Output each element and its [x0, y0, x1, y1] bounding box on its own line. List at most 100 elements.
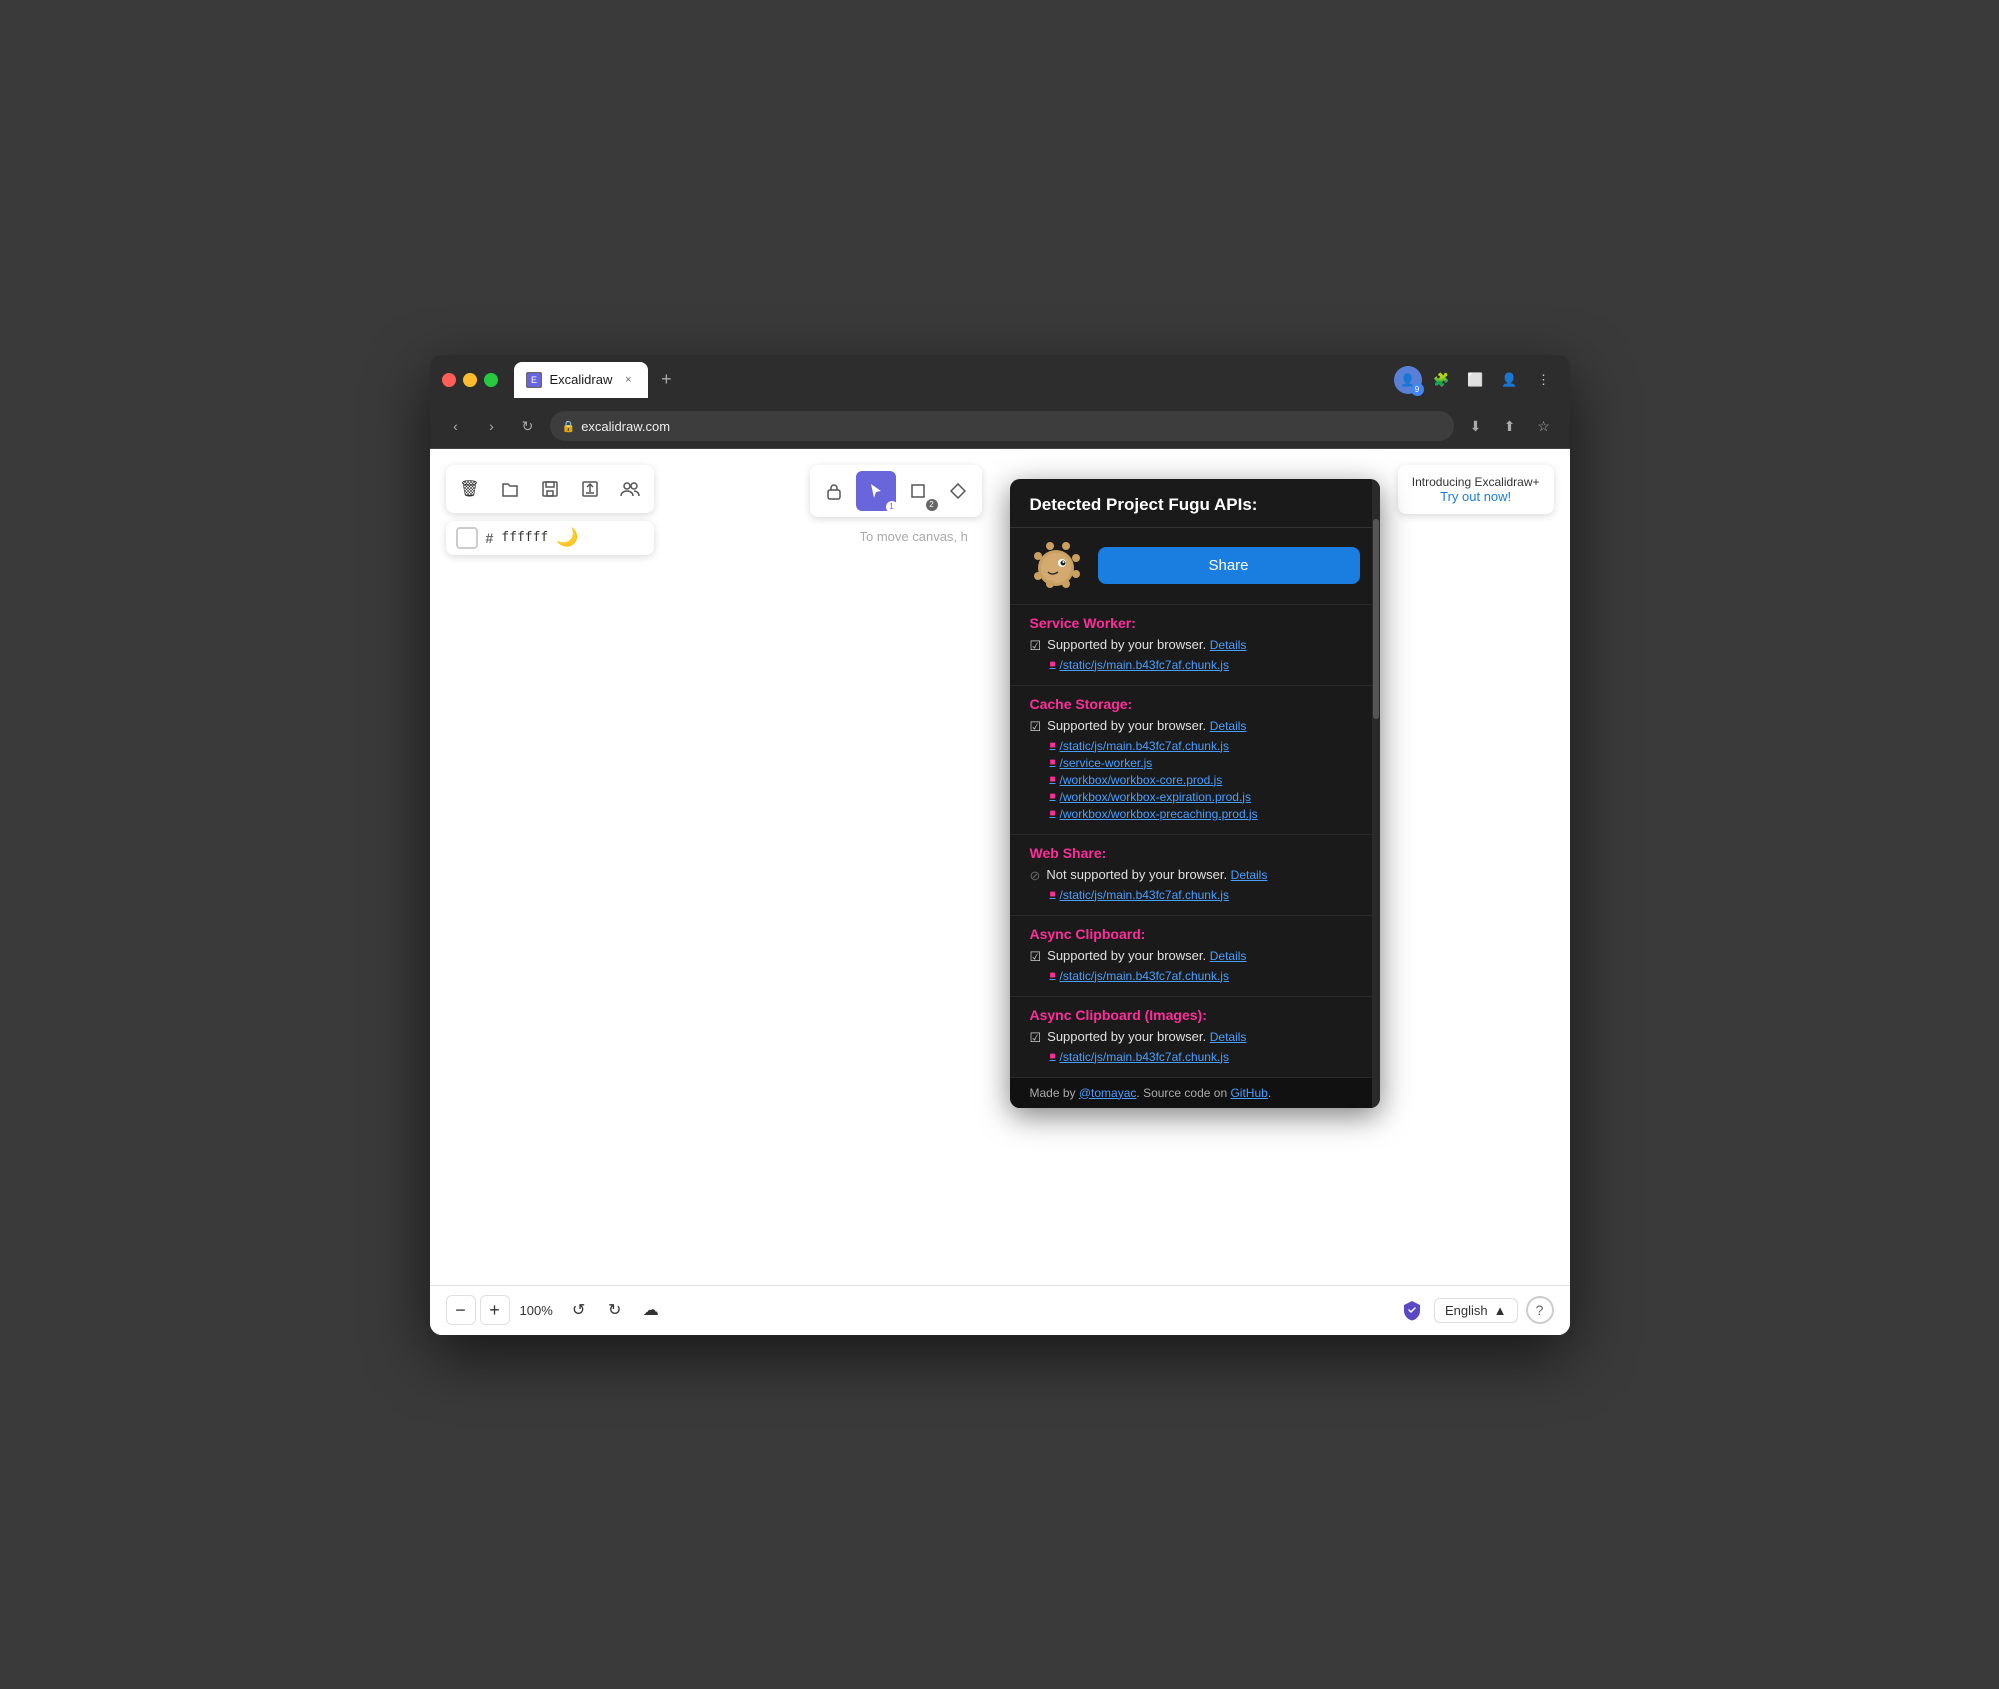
- async-clipboard-images-support-text: Supported by your browser. Details: [1047, 1029, 1246, 1044]
- address-bar: ‹ › ↻ 🔒 excalidraw.com ⬇ ⬆ ☆: [430, 405, 1570, 449]
- diamond-tool-button[interactable]: [940, 473, 976, 509]
- popup-scrollbar[interactable]: [1372, 479, 1380, 1108]
- color-toolbar: # ffffff 🌙: [446, 521, 654, 555]
- no-support-icon: ⊘: [1030, 868, 1041, 884]
- service-worker-support-text: Supported by your browser. Details: [1047, 637, 1246, 652]
- async-clipboard-files: ■/static/js/main.b43fc7af.chunk.js: [1030, 969, 1360, 983]
- intro-title: Introducing Excalidraw+: [1412, 475, 1540, 489]
- export-button[interactable]: [572, 471, 608, 507]
- tab-close-button[interactable]: ×: [620, 372, 636, 388]
- open-button[interactable]: [492, 471, 528, 507]
- zoom-controls: − + 100% ↺ ↻ ☁: [446, 1294, 667, 1326]
- service-worker-details-link[interactable]: Details: [1210, 638, 1247, 652]
- intro-link[interactable]: Try out now!: [1412, 489, 1540, 504]
- bullet-icon: ■: [1050, 791, 1056, 802]
- maximize-window-button[interactable]: [484, 373, 498, 387]
- popup-footer: Made by @tomayac. Source code on GitHub.: [1010, 1078, 1380, 1108]
- cache-file-3[interactable]: ■/workbox/workbox-core.prod.js: [1050, 773, 1360, 787]
- web-share-status: ⊘ Not supported by your browser. Details: [1030, 867, 1360, 884]
- browser-content: 🗑 # ffffff: [430, 449, 1570, 1335]
- web-share-details-link[interactable]: Details: [1231, 868, 1268, 882]
- footer-end: .: [1268, 1086, 1271, 1100]
- zoom-level[interactable]: 100%: [514, 1303, 559, 1318]
- web-share-title: Web Share:: [1030, 845, 1360, 861]
- async-clipboard-images-section: Async Clipboard (Images): ☑ Supported by…: [1010, 997, 1380, 1078]
- menu-button[interactable]: ⋮: [1530, 366, 1558, 394]
- canvas-area[interactable]: 🗑 # ffffff: [430, 449, 1570, 1335]
- popup-title: Detected Project Fugu APIs:: [1030, 495, 1360, 515]
- cache-storage-section: Cache Storage: ☑ Supported by your brows…: [1010, 686, 1380, 835]
- service-worker-file-1[interactable]: ■ /static/js/main.b43fc7af.chunk.js: [1050, 658, 1360, 672]
- title-bar: E Excalidraw × + 👤 9 🧩 ⬜ 👤 ⋮: [430, 355, 1570, 405]
- cache-storage-details-link[interactable]: Details: [1210, 719, 1247, 733]
- select-tool-button[interactable]: 1: [856, 471, 896, 511]
- async-clipboard-images-status: ☑ Supported by your browser. Details: [1030, 1029, 1360, 1046]
- undo-button[interactable]: ↺: [563, 1294, 595, 1326]
- split-screen-button[interactable]: ⬜: [1462, 366, 1490, 394]
- collab-button[interactable]: [612, 471, 648, 507]
- cache-file-5[interactable]: ■/workbox/workbox-precaching.prod.js: [1050, 807, 1360, 821]
- popup-header: Detected Project Fugu APIs:: [1010, 479, 1380, 528]
- user-avatar: 👤 9: [1394, 366, 1422, 394]
- footer-source: . Source code on: [1136, 1086, 1230, 1100]
- async-clipboard-support-text: Supported by your browser. Details: [1047, 948, 1246, 963]
- async-clipboard-file-1[interactable]: ■/static/js/main.b43fc7af.chunk.js: [1050, 969, 1360, 983]
- fugu-popup: Detected Project Fugu APIs:: [1010, 479, 1380, 1108]
- zoom-in-button[interactable]: +: [480, 1295, 510, 1325]
- delete-button[interactable]: 🗑: [452, 471, 488, 507]
- web-share-files: ■/static/js/main.b43fc7af.chunk.js: [1030, 888, 1360, 902]
- share-page-button[interactable]: ⬆: [1496, 412, 1524, 440]
- lock-tool-button[interactable]: [816, 473, 852, 509]
- hex-input[interactable]: ffffff: [501, 530, 548, 545]
- cache-storage-support-text: Supported by your browser. Details: [1047, 718, 1246, 733]
- privacy-shield-icon: [1398, 1296, 1426, 1324]
- select-badge: 1: [886, 501, 898, 513]
- async-clipboard-details-link[interactable]: Details: [1210, 949, 1247, 963]
- redo-button[interactable]: ↻: [599, 1294, 631, 1326]
- check-icon-4: ☑: [1030, 949, 1042, 965]
- async-clipboard-images-title: Async Clipboard (Images):: [1030, 1007, 1360, 1023]
- new-tab-button[interactable]: +: [652, 366, 680, 394]
- zoom-out-button[interactable]: −: [446, 1295, 476, 1325]
- reload-button[interactable]: ↻: [514, 412, 542, 440]
- service-worker-section: Service Worker: ☑ Supported by your brow…: [1010, 605, 1380, 686]
- minimize-window-button[interactable]: [463, 373, 477, 387]
- web-share-file-1[interactable]: ■/static/js/main.b43fc7af.chunk.js: [1050, 888, 1360, 902]
- address-icons: ⬇ ⬆ ☆: [1462, 412, 1558, 440]
- account-button[interactable]: 👤: [1496, 366, 1524, 394]
- async-clipboard-images-details-link[interactable]: Details: [1210, 1030, 1247, 1044]
- browser-window: E Excalidraw × + 👤 9 🧩 ⬜ 👤 ⋮ ‹ › ↻: [430, 355, 1570, 1335]
- language-selector[interactable]: English ▲: [1434, 1298, 1518, 1323]
- github-link[interactable]: GitHub: [1230, 1086, 1267, 1100]
- async-clipboard-images-file-1[interactable]: ■/static/js/main.b43fc7af.chunk.js: [1050, 1050, 1360, 1064]
- check-icon-2: ☑: [1030, 719, 1042, 735]
- share-button[interactable]: Share: [1098, 547, 1360, 584]
- profile-button[interactable]: 👤 9: [1394, 366, 1422, 394]
- cache-file-2[interactable]: ■/service-worker.js: [1050, 756, 1360, 770]
- footer-made-by: Made by: [1030, 1086, 1079, 1100]
- author-link[interactable]: @tomayac: [1079, 1086, 1137, 1100]
- cache-file-1[interactable]: ■/static/js/main.b43fc7af.chunk.js: [1050, 739, 1360, 753]
- save-state-button[interactable]: ☁: [635, 1294, 667, 1326]
- save-button[interactable]: [532, 471, 568, 507]
- bookmark-button[interactable]: ☆: [1530, 412, 1558, 440]
- back-button[interactable]: ‹: [442, 412, 470, 440]
- cache-file-4[interactable]: ■/workbox/workbox-expiration.prod.js: [1050, 790, 1360, 804]
- close-window-button[interactable]: [442, 373, 456, 387]
- cache-storage-title: Cache Storage:: [1030, 696, 1360, 712]
- extensions-button[interactable]: 🧩: [1428, 366, 1456, 394]
- dark-mode-button[interactable]: 🌙: [556, 527, 578, 548]
- rect-tool-button[interactable]: 2: [900, 473, 936, 509]
- check-icon: ☑: [1030, 638, 1042, 654]
- color-swatch[interactable]: [456, 527, 478, 549]
- help-button[interactable]: ?: [1526, 1296, 1554, 1324]
- service-worker-title: Service Worker:: [1030, 615, 1360, 631]
- active-tab[interactable]: E Excalidraw ×: [514, 362, 649, 398]
- url-bar[interactable]: 🔒 excalidraw.com: [550, 411, 1454, 441]
- download-button[interactable]: ⬇: [1462, 412, 1490, 440]
- canvas-hint: To move canvas, h: [860, 529, 968, 544]
- check-icon-5: ☑: [1030, 1030, 1042, 1046]
- cache-storage-files: ■/static/js/main.b43fc7af.chunk.js ■/ser…: [1030, 739, 1360, 821]
- language-label: English: [1445, 1303, 1488, 1318]
- forward-button[interactable]: ›: [478, 412, 506, 440]
